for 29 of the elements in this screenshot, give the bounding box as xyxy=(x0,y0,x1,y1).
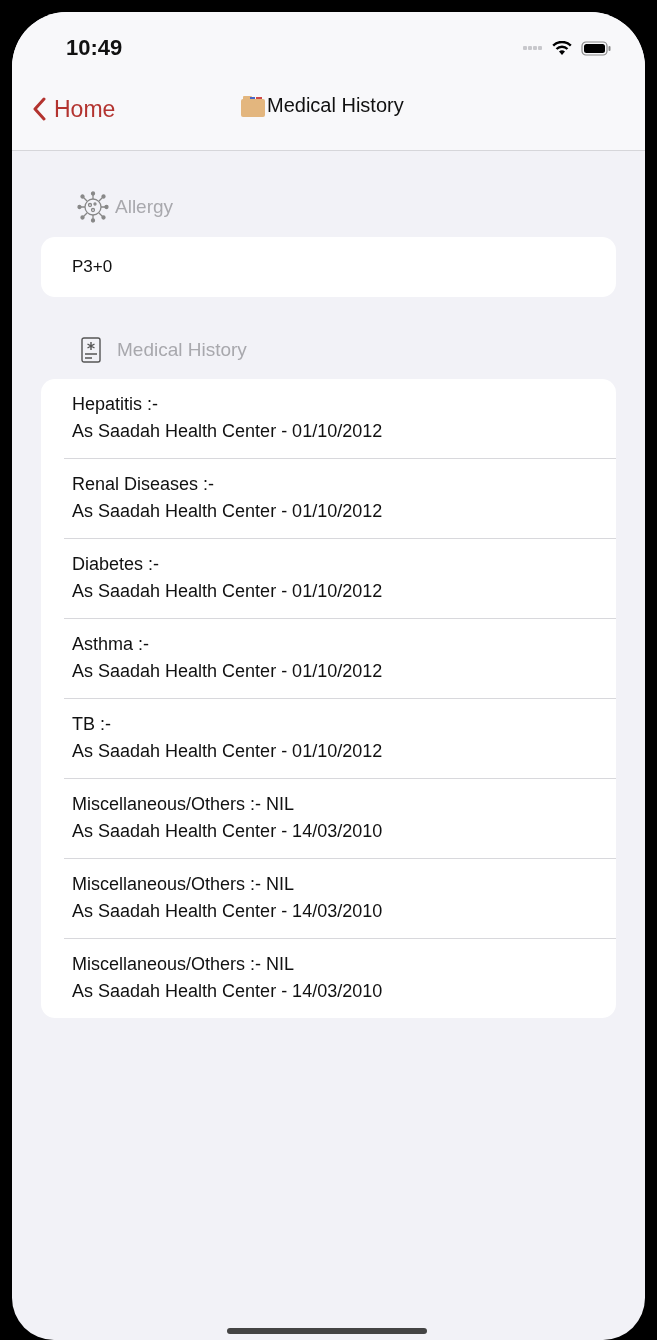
allergy-value: P3+0 xyxy=(72,257,113,276)
history-detail: As Saadah Health Center - 01/10/2012 xyxy=(72,421,384,442)
page-title: Medical History xyxy=(267,94,404,117)
chevron-left-icon xyxy=(32,97,46,121)
history-detail: As Saadah Health Center - 01/10/2012 xyxy=(72,581,384,602)
history-detail: As Saadah Health Center - 01/10/2012 xyxy=(72,741,384,762)
wifi-icon xyxy=(552,40,572,56)
history-detail: As Saadah Health Center - 01/10/2012 xyxy=(72,661,384,682)
virus-icon xyxy=(77,191,109,223)
section-header: Medical History xyxy=(117,339,247,361)
back-button[interactable]: Home xyxy=(12,95,116,123)
battery-icon xyxy=(581,40,611,56)
signal-icon xyxy=(523,45,543,51)
history-detail: As Saadah Health Center - 14/03/2010 xyxy=(72,821,384,842)
medical-record-icon xyxy=(81,337,101,363)
history-title: Asthma :- xyxy=(72,634,151,655)
history-detail: As Saadah Health Center - 01/10/2012 xyxy=(72,501,384,522)
history-title: Miscellaneous/Others :- NIL xyxy=(72,874,296,895)
history-title: Miscellaneous/Others :- NIL xyxy=(72,954,296,975)
history-title: Hepatitis :- xyxy=(72,394,160,415)
history-detail: As Saadah Health Center - 14/03/2010 xyxy=(72,901,384,922)
history-title: Miscellaneous/Others :- NIL xyxy=(72,794,296,815)
folder-icon xyxy=(241,94,265,117)
section-header: Allergy xyxy=(115,196,174,218)
status-time: 10:49 xyxy=(66,35,123,61)
history-title: Renal Diseases :- xyxy=(72,474,216,495)
history-detail: As Saadah Health Center - 14/03/2010 xyxy=(72,981,384,1002)
history-title: TB :- xyxy=(72,714,112,735)
history-title: Diabetes :- xyxy=(72,554,161,575)
